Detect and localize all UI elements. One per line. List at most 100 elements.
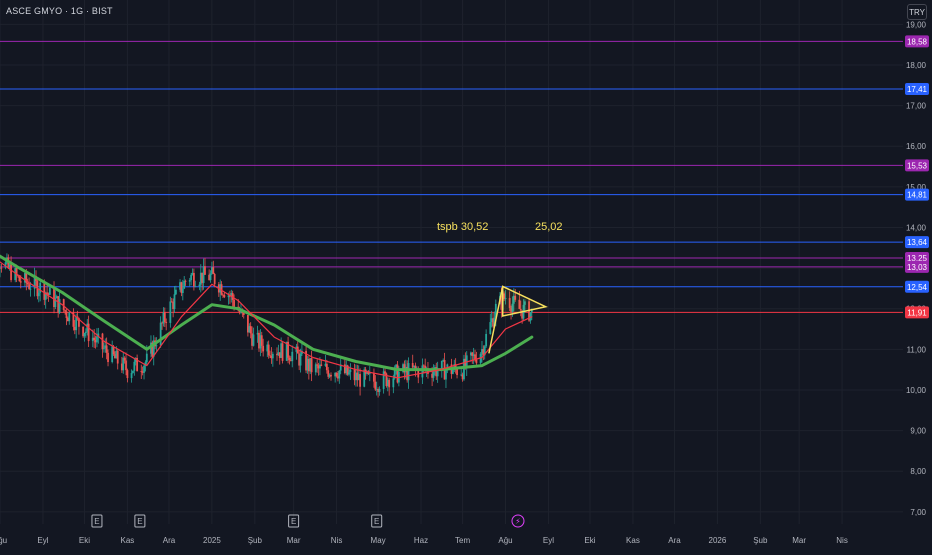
candle-body [198, 284, 201, 287]
price-tick-label: 18,00 [906, 61, 927, 70]
candle-body [242, 312, 245, 315]
price-chart[interactable]: 19,0018,0017,0016,0015,0014,0013,0012,00… [0, 0, 932, 550]
candle-body [190, 274, 193, 281]
time-tick-label: Tem [455, 536, 470, 545]
candle-body [48, 287, 51, 295]
price-level-tag-label: 12,54 [907, 283, 928, 292]
symbol-title: ASCE GMYO · 1G · BIST [6, 6, 113, 16]
price-tick-label: 14,00 [906, 223, 927, 232]
candle-body [19, 281, 22, 283]
candle-body [209, 273, 212, 281]
candle-body [101, 333, 104, 350]
candle-body [68, 312, 71, 322]
candle-body [260, 335, 263, 346]
candle-body [125, 360, 127, 371]
time-tick-label: Şub [753, 536, 768, 545]
dividend-marker-label: ⚡ [515, 517, 521, 526]
time-tick-label: Eki [584, 536, 595, 545]
candle-body [126, 370, 129, 379]
candle-body [325, 363, 328, 371]
candle-body [252, 334, 255, 346]
candle-body [432, 371, 435, 378]
candle-body [165, 321, 168, 323]
time-tick-label: Kas [121, 536, 135, 545]
candle-body [102, 348, 105, 350]
candle-body [320, 364, 323, 366]
candle-body [174, 289, 177, 295]
chart-area[interactable]: 19,0018,0017,0016,0015,0014,0013,0012,00… [0, 0, 932, 550]
candle-body [181, 288, 184, 294]
candle-body [39, 282, 42, 293]
candle-body [349, 369, 352, 373]
candle-body [188, 280, 191, 282]
candle-body [359, 374, 361, 387]
time-tick-label: Ağu [498, 536, 512, 545]
time-tick-label: Ağu [0, 536, 7, 545]
candle-body [123, 357, 126, 361]
time-tick-label: Kas [626, 536, 640, 545]
candle-body [204, 266, 206, 275]
candle-body [212, 267, 215, 274]
currency-button[interactable]: TRY [907, 4, 927, 20]
candle-body [392, 378, 395, 388]
price-level-tag-label: 14,81 [907, 191, 928, 200]
time-tick-label: Eki [79, 536, 90, 545]
candle-body [368, 373, 371, 375]
candle-body [0, 267, 3, 269]
candle-body [169, 301, 172, 323]
candle-body [456, 368, 458, 376]
earnings-marker-label: E [291, 517, 296, 526]
candle-body [288, 357, 291, 361]
candle-body [87, 323, 90, 342]
price-level-tag-label: 17,41 [907, 85, 928, 94]
candle-body [155, 345, 158, 347]
candle-body [96, 336, 98, 343]
candle-body [529, 312, 532, 321]
price-level-tag-label: 13,64 [907, 238, 928, 247]
candle-body [184, 280, 187, 282]
candle-body [84, 331, 87, 334]
time-tick-label: Ara [668, 536, 681, 545]
time-tick-label: Haz [414, 536, 428, 545]
annotation-text-1[interactable]: tspb 30,52 [437, 221, 488, 233]
candle-body [29, 288, 32, 290]
price-tick-label: 19,00 [906, 20, 927, 29]
candle-body [105, 345, 108, 353]
candle-body [373, 373, 375, 382]
candle-body [407, 363, 410, 381]
candle-body [143, 365, 145, 373]
candle-body [384, 371, 386, 374]
earnings-marker-label: E [137, 517, 142, 526]
candle-body [382, 371, 385, 389]
candle-body [10, 264, 12, 281]
candle-body [348, 372, 350, 375]
candle-body [281, 343, 284, 361]
candle-body [249, 326, 252, 334]
candle-body [316, 364, 319, 366]
candle-body [107, 352, 109, 363]
candle-body [83, 333, 86, 337]
candle-body [388, 379, 391, 388]
candle-body [271, 353, 274, 359]
price-tick-label: 11,00 [907, 345, 927, 354]
time-tick-label: Eyl [37, 536, 48, 545]
candle-body [374, 381, 377, 390]
price-tick-label: 17,00 [906, 102, 927, 111]
price-tick-label: 16,00 [906, 142, 927, 151]
candle-body [116, 350, 119, 364]
candle-body [163, 312, 166, 322]
candle-body [37, 292, 40, 297]
candle-body [64, 310, 66, 312]
candle-body [28, 284, 30, 289]
time-tick-label: Ara [163, 536, 176, 545]
annotation-text-2[interactable]: 25,02 [535, 221, 563, 233]
candle-body [338, 370, 341, 379]
candle-body [26, 282, 29, 285]
candle-body [130, 372, 133, 379]
candle-body [267, 344, 270, 356]
candle-body [330, 374, 332, 377]
candle-body [489, 322, 492, 334]
candle-body [213, 273, 216, 285]
candle-body [192, 272, 195, 287]
candle-body [58, 299, 61, 313]
